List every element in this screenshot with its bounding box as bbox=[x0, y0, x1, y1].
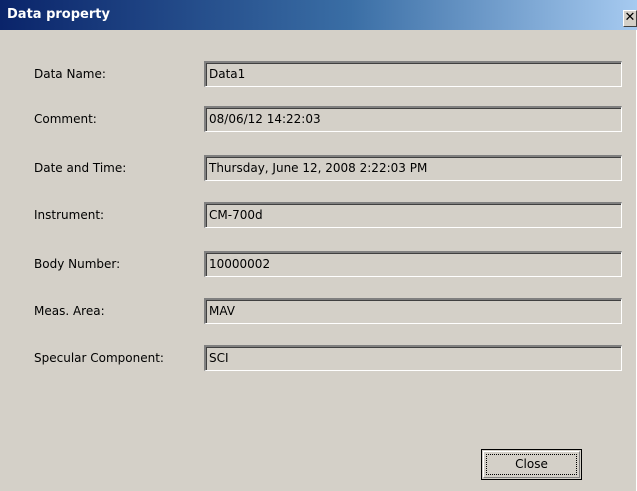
close-button-label: Close bbox=[486, 454, 577, 475]
date-time-field[interactable]: Thursday, June 12, 2008 2:22:03 PM bbox=[204, 155, 622, 181]
data-property-dialog: Data property ✕ Data Name: Data1 Comment… bbox=[0, 0, 637, 491]
instrument-label: Instrument: bbox=[34, 208, 105, 222]
data-name-label: Data Name: bbox=[34, 67, 106, 81]
title-bar[interactable]: Data property ✕ bbox=[0, 0, 637, 30]
close-icon[interactable]: ✕ bbox=[623, 10, 637, 27]
row-body-number: Body Number: 10000002 bbox=[0, 251, 637, 277]
row-comment: Comment: 08/06/12 14:22:03 bbox=[0, 106, 637, 132]
date-time-label: Date and Time: bbox=[34, 161, 127, 175]
instrument-field[interactable]: CM-700d bbox=[204, 202, 622, 228]
comment-field[interactable]: 08/06/12 14:22:03 bbox=[204, 106, 622, 132]
row-date-time: Date and Time: Thursday, June 12, 2008 2… bbox=[0, 155, 637, 181]
body-number-field[interactable]: 10000002 bbox=[204, 251, 622, 277]
data-name-field[interactable]: Data1 bbox=[204, 61, 622, 87]
specular-component-field[interactable]: SCI bbox=[204, 345, 622, 371]
meas-area-field[interactable]: MAV bbox=[204, 298, 622, 324]
row-data-name: Data Name: Data1 bbox=[0, 61, 637, 87]
row-specular-component: Specular Component: SCI bbox=[0, 345, 637, 371]
row-instrument: Instrument: CM-700d bbox=[0, 202, 637, 228]
comment-label: Comment: bbox=[34, 112, 97, 126]
body-number-label: Body Number: bbox=[34, 257, 121, 271]
dialog-title: Data property bbox=[7, 7, 110, 22]
close-button[interactable]: Close bbox=[481, 449, 582, 480]
specular-component-label: Specular Component: bbox=[34, 351, 164, 365]
row-meas-area: Meas. Area: MAV bbox=[0, 298, 637, 324]
meas-area-label: Meas. Area: bbox=[34, 304, 105, 318]
